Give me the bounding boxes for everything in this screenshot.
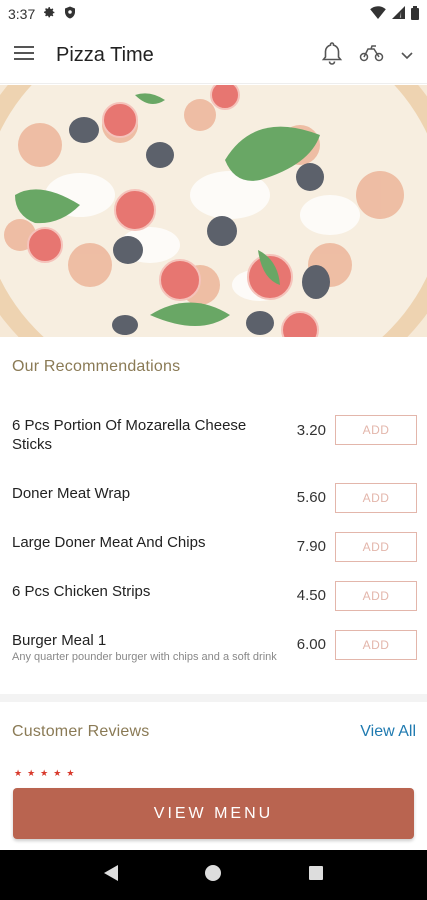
view-all-link[interactable]: View All (360, 723, 416, 741)
item-name: Doner Meat Wrap (12, 485, 131, 502)
review-stars: ★★★★★ (14, 768, 79, 779)
status-left: 3:37 (8, 6, 76, 22)
app-bar: Pizza Time (0, 28, 427, 84)
add-button[interactable]: ADD (335, 581, 417, 611)
notification-bell-icon[interactable] (321, 41, 343, 70)
item-price: 4.50 (296, 587, 326, 604)
recents-icon[interactable] (308, 865, 324, 886)
app-actions (321, 41, 413, 70)
item-price: 7.90 (296, 538, 326, 555)
reviews-title: Customer Reviews (12, 723, 150, 740)
item-name: 6 Pcs Portion Of Mozarella Cheese Sticks (12, 417, 247, 453)
add-button[interactable]: ADD (335, 630, 417, 660)
status-bar: 3:37 (0, 0, 427, 28)
hero-pizza-image (0, 85, 427, 337)
star-icon: ★ (53, 768, 67, 778)
star-icon: ★ (14, 768, 28, 778)
item-price: 3.20 (296, 422, 326, 439)
star-icon: ★ (66, 768, 80, 778)
delivery-scooter-icon[interactable] (359, 44, 385, 67)
wifi-icon (370, 6, 386, 22)
star-icon: ★ (40, 768, 54, 778)
item-name: 6 Pcs Chicken Strips (12, 583, 151, 600)
chevron-down-icon[interactable] (401, 47, 413, 65)
item-name: Burger Meal 1 (12, 632, 107, 649)
item-name: Large Doner Meat And Chips (12, 534, 206, 551)
recommendations-title: Our Recommendations (12, 358, 181, 375)
view-menu-button[interactable]: VIEW MENU (13, 788, 414, 839)
status-right (370, 5, 419, 23)
settings-gear-icon (43, 6, 56, 22)
pizza-illustration (0, 85, 427, 337)
reviews-header: Customer Reviews View All (0, 718, 427, 746)
menu-hamburger-icon[interactable] (14, 45, 34, 66)
back-icon[interactable] (103, 864, 119, 887)
item-description: Any quarter pounder burger with chips an… (12, 651, 277, 663)
home-icon[interactable] (204, 864, 222, 887)
add-button[interactable]: ADD (335, 415, 417, 445)
app-title: Pizza Time (56, 44, 154, 66)
item-price: 5.60 (296, 489, 326, 506)
item-price: 6.00 (296, 636, 326, 653)
status-time: 3:37 (8, 6, 36, 22)
system-nav-bar (0, 850, 427, 900)
battery-icon (411, 5, 419, 23)
add-button[interactable]: ADD (335, 483, 417, 513)
star-icon: ★ (27, 768, 41, 778)
add-button[interactable]: ADD (335, 532, 417, 562)
shield-icon (64, 6, 76, 22)
signal-icon (392, 6, 405, 22)
section-divider (0, 694, 427, 702)
